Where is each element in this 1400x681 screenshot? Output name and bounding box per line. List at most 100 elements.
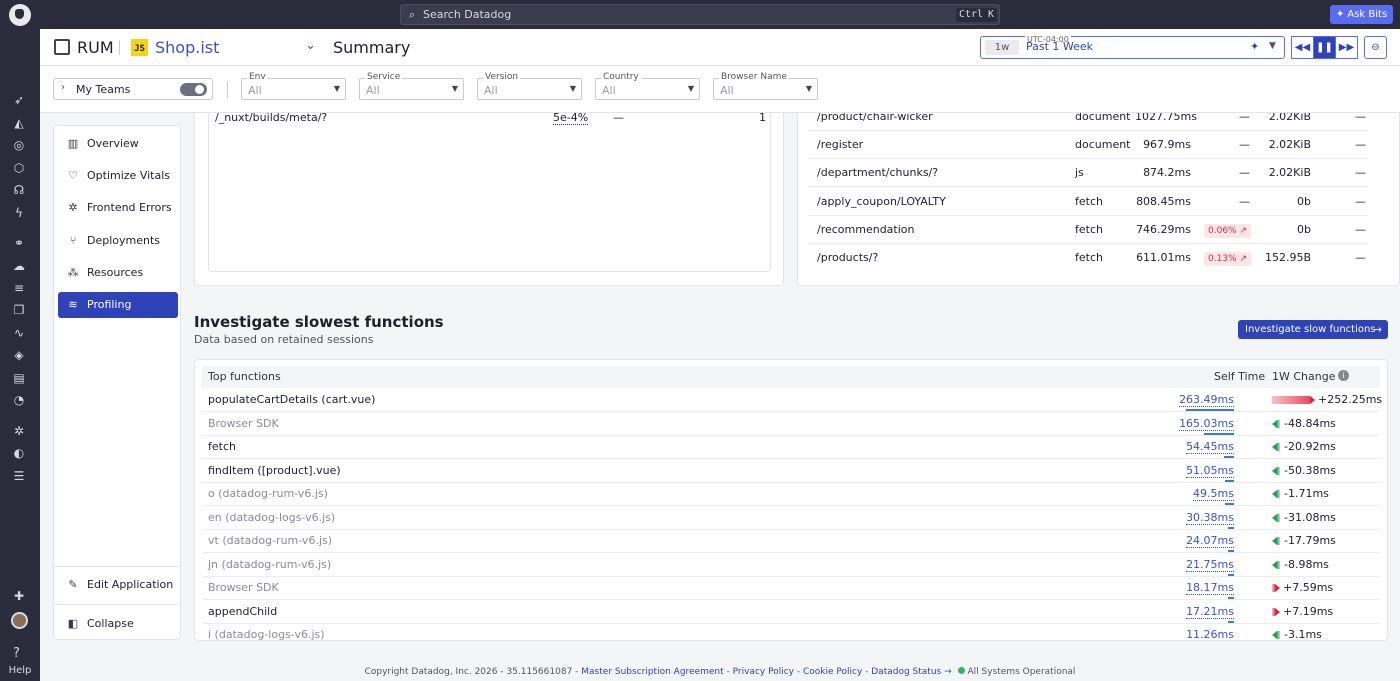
cloud-icon[interactable]: ☁ xyxy=(12,259,26,273)
privacy-link[interactable]: Privacy Policy xyxy=(733,667,794,677)
self-time-value[interactable]: 49.5ms xyxy=(1193,487,1234,501)
header-top-functions[interactable]: Top functions xyxy=(208,370,281,383)
ask-bits-button[interactable]: ✦ Ask Bits xyxy=(1330,5,1393,24)
function-name[interactable]: jn (datadog-rum-v6.js) xyxy=(208,558,331,571)
bug-icon[interactable]: ✲ xyxy=(12,424,26,438)
menu-item-profiling[interactable]: ≋ Profiling xyxy=(58,292,178,318)
notebook-icon[interactable]: ▤ xyxy=(12,371,26,385)
status-link[interactable]: Datadog Status → xyxy=(871,667,951,677)
service-select[interactable]: Service All ▼ xyxy=(359,72,464,100)
chevron-down-icon[interactable]: ▼ xyxy=(1269,41,1276,51)
self-time-value[interactable]: 30.38ms xyxy=(1186,511,1234,525)
menu-item-frontend-errors[interactable]: ✲ Frontend Errors xyxy=(58,195,178,221)
logs-icon[interactable]: ≡ xyxy=(12,281,26,295)
country-select[interactable]: Country All ▼ xyxy=(595,72,700,100)
infra-icon[interactable]: ⬡ xyxy=(12,161,26,175)
global-search[interactable]: ⌕ Search Datadog Ctrl K xyxy=(400,4,1000,25)
function-row[interactable]: findItem ([product].vue) 51.05ms -50.38ms xyxy=(202,459,1380,483)
self-time-value[interactable]: 11.26ms xyxy=(1186,628,1234,640)
forward-icon[interactable]: ▶▶ xyxy=(1335,36,1358,59)
menu-item-resources[interactable]: ⁂ Resources xyxy=(58,260,178,286)
edit-application-button[interactable]: ✎ Edit Application xyxy=(58,572,178,598)
bolt-icon[interactable]: ϟ xyxy=(12,206,26,220)
version-select[interactable]: Version All ▼ xyxy=(477,72,582,100)
function-name[interactable]: fetch xyxy=(208,440,236,453)
function-row[interactable]: appendChild 17.21ms +7.19ms xyxy=(202,600,1380,624)
incidents-icon[interactable]: ◔ xyxy=(12,393,26,407)
function-name[interactable]: findItem ([product].vue) xyxy=(208,464,341,477)
function-row[interactable]: populateCartDetails (cart.vue) 263.49ms +2… xyxy=(202,388,1382,412)
header-1w-change[interactable]: 1W Change xyxy=(1272,370,1336,383)
function-name[interactable]: o (datadog-rum-v6.js) xyxy=(208,487,328,500)
rum-icon[interactable]: ❐ xyxy=(12,303,26,317)
help-icon[interactable]: ? xyxy=(13,646,20,661)
self-time-value[interactable]: 21.75ms xyxy=(1186,558,1234,572)
function-name[interactable]: vt (datadog-rum-v6.js) xyxy=(208,534,332,547)
menu-item-overview[interactable]: ▥ Overview xyxy=(58,131,178,157)
resource-path[interactable]: /department/chunks/? xyxy=(817,166,938,179)
zoom-out-icon[interactable]: ⊖ xyxy=(1364,36,1387,59)
self-time-value[interactable]: 165.03ms xyxy=(1179,417,1234,431)
self-time-value[interactable]: 18.17ms xyxy=(1186,581,1234,595)
application-selector[interactable]: Shop.ist xyxy=(155,38,219,57)
help-label[interactable]: Help xyxy=(0,665,40,676)
resource-path[interactable]: /apply_coupon/LOYALTY xyxy=(817,195,946,208)
chart-icon[interactable]: ◭ xyxy=(12,116,26,130)
self-time-value[interactable]: 54.45ms xyxy=(1186,440,1234,454)
self-time-value[interactable]: 51.05ms xyxy=(1186,464,1234,478)
function-row[interactable]: jn (datadog-rum-v6.js) 21.75ms -8.98ms xyxy=(202,553,1380,577)
function-row[interactable]: vt (datadog-rum-v6.js) 24.07ms -17.79ms xyxy=(202,529,1380,553)
self-time-value[interactable]: 263.49ms xyxy=(1179,393,1234,407)
apm-icon[interactable]: ◎ xyxy=(12,138,26,152)
function-name[interactable]: Browser SDK xyxy=(208,581,279,594)
chevron-down-icon[interactable]: ⌄ xyxy=(305,38,316,53)
security-icon[interactable]: ☊ xyxy=(12,183,26,197)
synthetics-icon[interactable]: ∿ xyxy=(12,326,26,340)
investigate-slow-functions-button[interactable]: Investigate slow functions → xyxy=(1238,320,1388,339)
browser-name-select[interactable]: Browser Name All ▼ xyxy=(713,72,818,100)
pause-icon[interactable]: ❚❚ xyxy=(1313,36,1336,59)
function-row[interactable]: i (datadog-logs-v6.js) 11.26ms -3.1ms xyxy=(202,623,1380,640)
rewind-icon[interactable]: ◀◀ xyxy=(1291,36,1314,59)
info-icon[interactable]: i xyxy=(1338,370,1349,381)
function-name[interactable]: appendChild xyxy=(208,605,277,618)
function-name[interactable]: populateCartDetails (cart.vue) xyxy=(208,393,375,406)
docs-icon[interactable]: ◈ xyxy=(12,348,26,362)
menu-item-deployments[interactable]: ⑂ Deployments xyxy=(58,228,178,254)
cookie-link[interactable]: Cookie Policy xyxy=(803,667,862,677)
time-picker[interactable]: UTC-04:00 1w Past 1 Week ✦ ▼ xyxy=(980,35,1285,59)
collapse-button[interactable]: ◧ Collapse xyxy=(58,611,178,637)
self-time-value[interactable]: 24.07ms xyxy=(1186,534,1234,548)
header-self-time[interactable]: Self Time xyxy=(1214,370,1265,383)
function-name[interactable]: en (datadog-logs-v6.js) xyxy=(208,511,335,524)
function-row[interactable]: Browser SDK 18.17ms +7.59ms xyxy=(202,576,1380,600)
user-avatar[interactable] xyxy=(11,612,28,629)
function-row[interactable]: en (datadog-logs-v6.js) 30.38ms -31.08ms xyxy=(202,506,1380,530)
function-row[interactable]: fetch 54.45ms -20.92ms xyxy=(202,435,1380,459)
table-cell-path[interactable]: /_nuxt/builds/meta/? xyxy=(215,113,327,124)
menu-item-optimize-vitals[interactable]: ♡ Optimize Vitals xyxy=(58,163,178,189)
function-name[interactable]: i (datadog-logs-v6.js) xyxy=(208,628,325,640)
service-map-icon[interactable]: ⚭ xyxy=(12,236,26,250)
product-name[interactable]: RUM xyxy=(77,38,114,57)
integrations-icon[interactable]: ✚ xyxy=(12,589,26,603)
table-cell-dash: — xyxy=(613,113,624,124)
my-teams-toggle[interactable] xyxy=(180,83,207,96)
msa-link[interactable]: Master Subscription Agreement xyxy=(581,667,723,677)
function-row[interactable]: o (datadog-rum-v6.js) 49.5ms -1.71ms xyxy=(202,482,1380,506)
self-time-value[interactable]: 17.21ms xyxy=(1186,605,1234,619)
speed-icon[interactable]: ◐ xyxy=(12,446,26,460)
resource-path[interactable]: /products/? xyxy=(817,251,878,264)
resource-path[interactable]: /register xyxy=(817,138,863,151)
my-teams-filter[interactable]: › My Teams xyxy=(53,78,213,100)
function-name[interactable]: Browser SDK xyxy=(208,417,279,430)
rocket-icon[interactable]: ➶ xyxy=(12,93,26,107)
list-icon[interactable]: ☰ xyxy=(12,469,26,483)
pin-icon[interactable]: ✦ xyxy=(1250,40,1259,53)
datadog-logo-icon[interactable] xyxy=(9,4,31,26)
service-label: Service xyxy=(365,72,403,82)
resource-path[interactable]: /recommendation xyxy=(817,223,915,236)
resource-path[interactable]: /product/chair-wicker xyxy=(817,113,933,123)
env-select[interactable]: Env All ▼ xyxy=(241,72,346,100)
function-row[interactable]: Browser SDK 165.03ms -48.84ms xyxy=(202,412,1380,436)
